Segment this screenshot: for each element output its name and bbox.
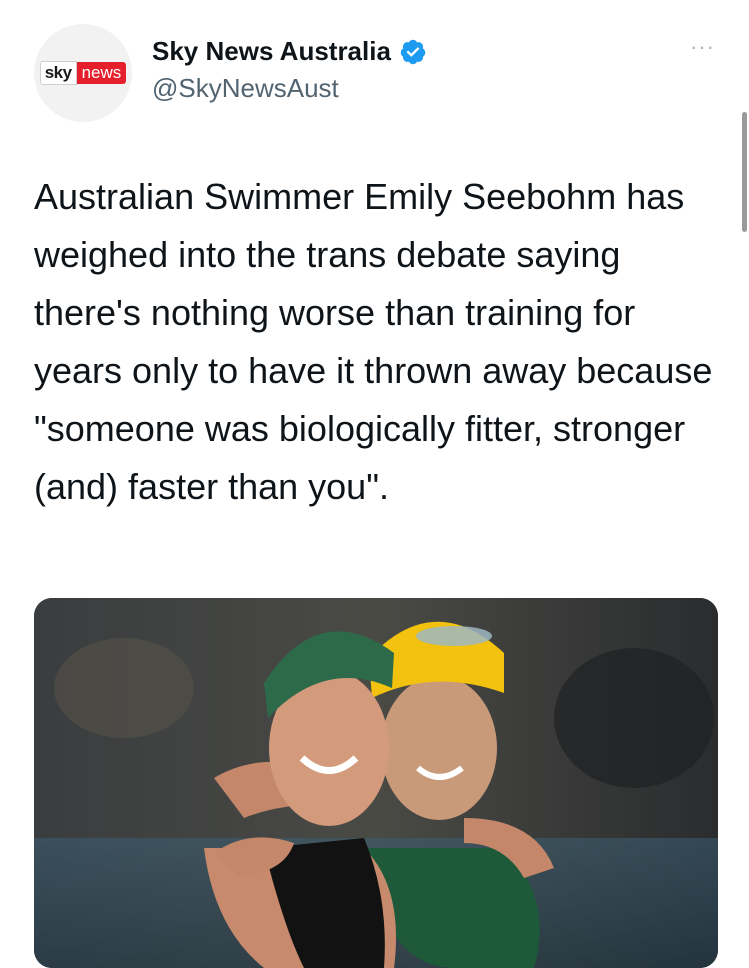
logo-news-text: news [76,62,127,84]
account-name-row: Sky News Australia [152,36,427,67]
sky-news-logo: sky news [39,61,127,85]
verified-badge-icon [400,39,426,64]
account-name[interactable]: Sky News Australia [152,36,391,67]
more-options-icon[interactable]: ··· [690,36,715,58]
tweet-text: Australian Swimmer Emily Seebohm has wei… [34,176,713,507]
scrollbar[interactable] [742,112,747,232]
avatar[interactable]: sky news [34,24,132,122]
account-handle[interactable]: @SkyNewsAust [152,73,339,104]
tweet-photo[interactable] [34,598,718,968]
swimmers-photo [34,598,718,968]
logo-sky-text: sky [39,61,77,85]
